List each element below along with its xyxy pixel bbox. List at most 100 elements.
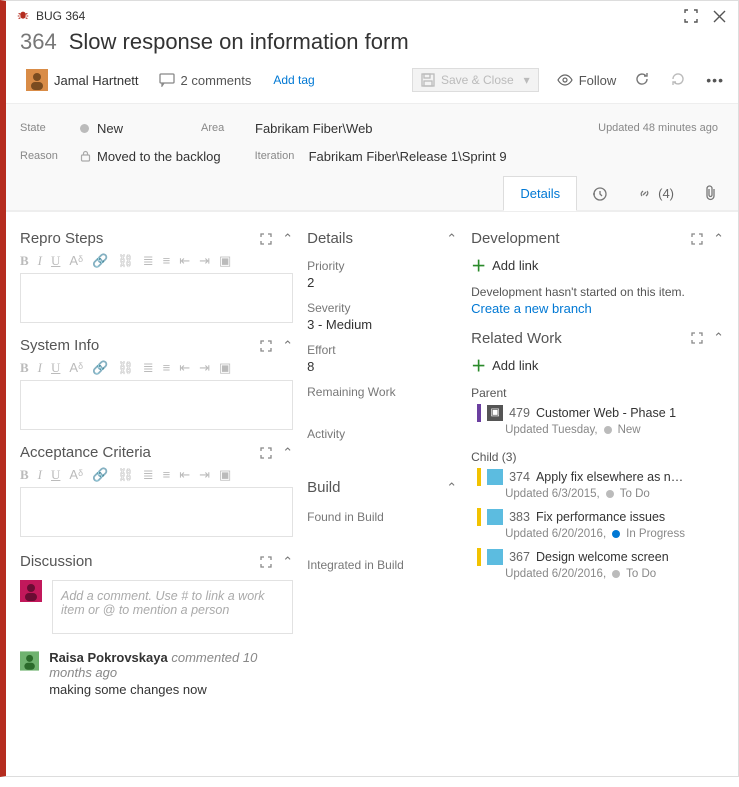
section-repro-title: Repro Steps — [20, 230, 103, 247]
chevron-down-icon: ▾ — [524, 73, 530, 87]
related-title: Design welcome screen — [536, 550, 669, 564]
related-updated: Updated Tuesday, — [505, 424, 598, 436]
related-title: Customer Web - Phase 1 — [536, 406, 676, 420]
discussion-item: Raisa Pokrovskaya commented 10 months ag… — [20, 650, 293, 697]
tab-history[interactable] — [577, 176, 622, 210]
work-item-id: 364 — [20, 29, 57, 55]
comments-button[interactable]: 2 comments — [159, 73, 252, 88]
avatar-icon — [20, 650, 39, 672]
severity-label: Severity — [307, 301, 457, 315]
tab-links[interactable]: (4) — [622, 176, 689, 210]
state-dot-icon — [612, 570, 620, 578]
more-actions-icon[interactable]: ••• — [706, 72, 724, 88]
state-value[interactable]: New — [97, 121, 123, 136]
state-dot-icon — [612, 530, 620, 538]
section-acceptance-title: Acceptance Criteria — [20, 444, 151, 461]
rel-add-link-button[interactable]: ＋ Add link — [471, 355, 724, 376]
work-item-title[interactable]: Slow response on information form — [69, 29, 409, 55]
rte-toolbar[interactable]: BIUAᵟ🔗⛓≣≡⇤⇥▣ — [20, 251, 293, 271]
rte-toolbar[interactable]: BIUAᵟ🔗⛓≣≡⇤⇥▣ — [20, 358, 293, 378]
found-build-label: Found in Build — [307, 510, 457, 524]
dev-add-link-button[interactable]: ＋Add link — [471, 255, 724, 276]
area-value[interactable]: Fabrikam Fiber\Web — [241, 121, 598, 136]
eye-icon — [557, 74, 573, 86]
sysinfo-input[interactable] — [20, 380, 293, 430]
expand-icon[interactable] — [260, 556, 272, 568]
iteration-label: Iteration — [235, 150, 295, 162]
refresh-icon[interactable] — [634, 71, 652, 89]
severity-value[interactable]: 3 - Medium — [307, 317, 457, 335]
expand-icon[interactable] — [691, 233, 703, 245]
activity-value[interactable] — [307, 443, 457, 461]
section-details-title: Details — [307, 230, 353, 247]
tab-attachments[interactable] — [689, 176, 732, 210]
comments-count: 2 comments — [181, 73, 252, 88]
found-build-value[interactable] — [307, 526, 457, 544]
state-dot-icon — [606, 490, 614, 498]
iteration-value[interactable]: Fabrikam Fiber\Release 1\Sprint 9 — [295, 149, 724, 164]
type-color-bar — [477, 468, 481, 486]
assignee-picker[interactable]: Jamal Hartnett — [20, 67, 145, 93]
related-id: 479 — [509, 406, 530, 420]
integrated-build-value[interactable] — [307, 574, 457, 592]
save-close-button[interactable]: Save & Close ▾ — [412, 68, 539, 92]
chevron-up-icon[interactable]: ⌃ — [446, 231, 457, 247]
chevron-up-icon[interactable]: ⌃ — [713, 231, 724, 247]
link-icon — [637, 186, 652, 201]
add-link-label: Add link — [492, 258, 538, 273]
priority-value[interactable]: 2 — [307, 275, 457, 293]
expand-icon[interactable] — [260, 447, 272, 459]
tab-details[interactable]: Details — [503, 176, 577, 211]
history-icon — [592, 186, 607, 201]
integrated-build-label: Integrated in Build — [307, 558, 457, 572]
expand-icon[interactable] — [260, 340, 272, 352]
related-state: In Progress — [626, 528, 685, 540]
expand-icon[interactable] — [691, 332, 703, 344]
section-sysinfo-title: System Info — [20, 337, 99, 354]
add-link-label: Add link — [492, 358, 538, 373]
lock-icon — [80, 150, 91, 162]
close-icon[interactable] — [710, 7, 728, 25]
state-label: State — [20, 122, 80, 134]
outdent-icon: ⇤ — [179, 253, 190, 269]
rte-toolbar[interactable]: BIUAᵟ🔗⛓≣≡⇤⇥▣ — [20, 465, 293, 485]
add-tag-button[interactable]: Add tag — [265, 70, 322, 90]
expand-icon[interactable] — [260, 233, 272, 245]
section-development-title: Development — [471, 230, 559, 247]
toolbar: Jamal Hartnett 2 comments Add tag Save &… — [6, 63, 738, 103]
work-item-type-icon — [487, 469, 503, 485]
discussion-input[interactable]: Add a comment. Use # to link a work item… — [52, 580, 293, 634]
plus-icon: ＋ — [471, 355, 486, 376]
meta-panel: State New Area Fabrikam Fiber\Web Update… — [6, 103, 738, 212]
chevron-up-icon[interactable]: ⌃ — [282, 338, 293, 354]
related-id: 367 — [509, 550, 530, 564]
chevron-up-icon[interactable]: ⌃ — [713, 330, 724, 346]
related-item[interactable]: 367 Design welcome screen Updated 6/20/2… — [477, 548, 724, 580]
child-label: Child (3) — [471, 450, 724, 464]
reason-value[interactable]: Moved to the backlog — [97, 149, 221, 164]
chevron-up-icon[interactable]: ⌃ — [282, 231, 293, 247]
related-updated: Updated 6/3/2015, — [505, 488, 600, 500]
underline-icon: U — [51, 253, 60, 269]
create-branch-link[interactable]: Create a new branch — [471, 301, 724, 316]
follow-button[interactable]: Follow — [557, 73, 617, 88]
effort-value[interactable]: 8 — [307, 359, 457, 377]
undo-icon[interactable] — [670, 71, 688, 89]
related-item[interactable]: ▣ 479 Customer Web - Phase 1 Updated Tue… — [477, 404, 724, 436]
repro-input[interactable] — [20, 273, 293, 323]
related-item[interactable]: 374 Apply fix elsewhere as n… Updated 6/… — [477, 468, 724, 500]
remaining-value[interactable] — [307, 401, 457, 419]
related-title: Fix performance issues — [536, 510, 665, 524]
chevron-up-icon[interactable]: ⌃ — [282, 554, 293, 570]
comment-author: Raisa Pokrovskaya — [49, 650, 168, 665]
related-state: To Do — [620, 488, 650, 500]
chevron-up-icon[interactable]: ⌃ — [282, 445, 293, 461]
window-titlebar: BUG 364 — [6, 1, 738, 29]
bold-icon: B — [20, 253, 29, 269]
fullscreen-icon[interactable] — [682, 7, 700, 25]
image-icon: ▣ — [219, 253, 231, 269]
related-item[interactable]: 383 Fix performance issues Updated 6/20/… — [477, 508, 724, 540]
title-row: 364 Slow response on information form — [6, 29, 738, 63]
chevron-up-icon[interactable]: ⌃ — [446, 480, 457, 496]
acceptance-input[interactable] — [20, 487, 293, 537]
